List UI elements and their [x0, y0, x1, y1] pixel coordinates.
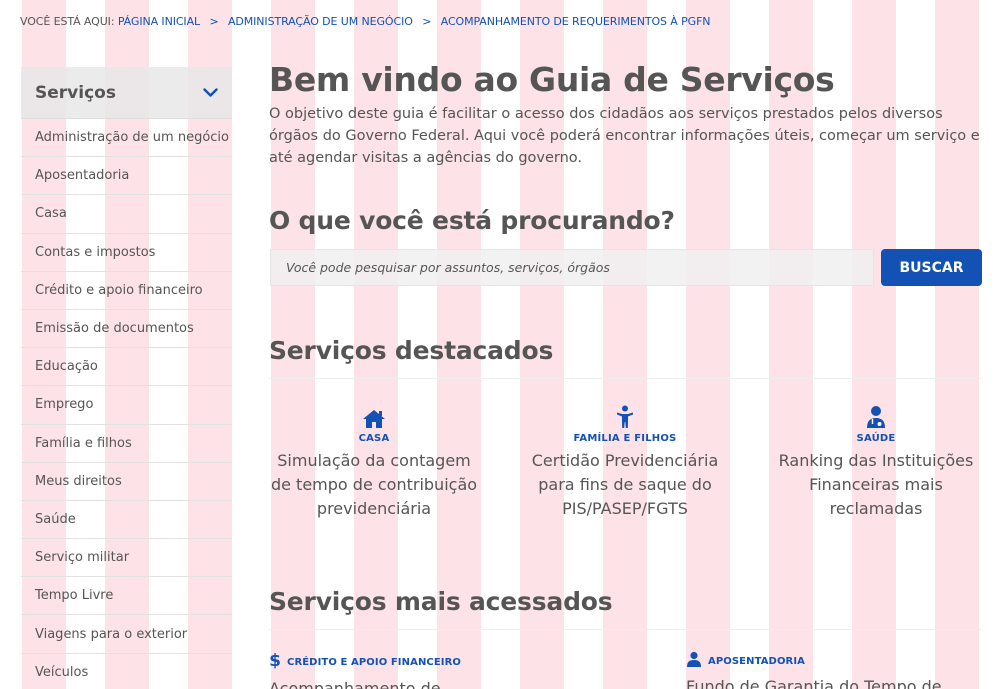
sidebar-item-retirement[interactable]: Aposentadoria [21, 157, 232, 196]
featured-category: CASA [358, 433, 390, 444]
search-input[interactable] [270, 249, 874, 286]
featured-card[interactable]: SAÚDE Ranking das Instituições Financeir… [771, 403, 981, 521]
doctor-icon [771, 403, 981, 429]
featured-description[interactable]: Certidão Previdenciária para fins de saq… [520, 449, 730, 521]
chevron-down-icon[interactable] [202, 85, 218, 101]
most-accessed-item[interactable]: $ CRÉDITO E APOIO FINANCEIRO Acompanhame… [269, 651, 461, 689]
svg-text:$: $ [269, 651, 281, 669]
sidebar-item-home[interactable]: Casa [21, 195, 232, 234]
divider [269, 378, 981, 379]
sidebar-item-credit[interactable]: Crédito e apoio financeiro [21, 272, 232, 310]
sidebar-item-education[interactable]: Educação [21, 348, 232, 387]
featured-services: CASA Simulação da contagem de tempo de c… [269, 403, 981, 521]
breadcrumb-link-home[interactable]: PÁGINA INICIAL [118, 15, 200, 28]
sidebar-list: Administração de um negócio Aposentadori… [21, 119, 232, 689]
dollar-icon: $ [269, 651, 281, 673]
sidebar-item-rights[interactable]: Meus direitos [21, 463, 232, 501]
child-icon [520, 403, 730, 429]
sidebar-item-business[interactable]: Administração de um negócio [21, 119, 232, 158]
sidebar-item-travel[interactable]: Viagens para o exterior [21, 615, 232, 654]
featured-category: FAMÍLIA E FILHOS [573, 433, 677, 444]
most-accessed-category: APOSENTADORIA [708, 655, 806, 667]
sidebar-title: Serviços [35, 82, 116, 103]
featured-category: SAÚDE [856, 433, 896, 444]
sidebar-item-employment[interactable]: Emprego [21, 386, 232, 425]
breadcrumb-separator: > [422, 15, 432, 28]
featured-card[interactable]: FAMÍLIA E FILHOS Certidão Previdenciária… [520, 403, 730, 521]
most-accessed-category: CRÉDITO E APOIO FINANCEIRO [287, 656, 462, 668]
breadcrumb-prefix: VOCÊ ESTÁ AQUI: [20, 15, 115, 28]
sidebar-item-family[interactable]: Família e filhos [21, 425, 232, 463]
search-bar: BUSCAR [270, 249, 982, 286]
most-accessed-heading: Serviços mais acessados [269, 587, 613, 616]
sidebar-item-health[interactable]: Saúde [21, 501, 232, 540]
sidebar-item-military[interactable]: Serviço militar [21, 539, 232, 578]
featured-heading: Serviços destacados [269, 336, 554, 365]
breadcrumb-link-business[interactable]: ADMINISTRAÇÃO DE UM NEGÓCIO [228, 15, 413, 28]
featured-description[interactable]: Simulação da contagem de tempo de contri… [269, 449, 479, 521]
page-title: Bem vindo ao Guia de Serviços [269, 60, 835, 99]
sidebar-item-vehicles[interactable]: Veículos [21, 654, 232, 689]
most-accessed-item[interactable]: APOSENTADORIA Fundo de Garantia do Tempo… [686, 651, 942, 689]
most-accessed-description[interactable]: Acompanhamento de [269, 679, 461, 689]
sidebar-header[interactable]: Serviços [21, 67, 232, 119]
most-accessed-description[interactable]: Fundo de Garantia do Tempo de [686, 677, 942, 689]
home-icon [269, 403, 479, 429]
sidebar-item-taxes[interactable]: Contas e impostos [21, 234, 232, 272]
main-content: Bem vindo ao Guia de Serviços O objetivo… [269, 60, 982, 689]
featured-description[interactable]: Ranking das Instituições Financeiras mai… [771, 449, 981, 521]
divider [269, 629, 981, 630]
search-heading: O que você está procurando? [269, 206, 675, 235]
sidebar-item-documents[interactable]: Emissão de documentos [21, 310, 232, 349]
featured-card[interactable]: CASA Simulação da contagem de tempo de c… [269, 403, 479, 521]
breadcrumb-separator: > [209, 15, 219, 28]
intro-text: O objetivo deste guia é facilitar o aces… [269, 106, 980, 166]
search-button[interactable]: BUSCAR [881, 249, 982, 286]
services-sidebar: Serviços Administração de um negócio Apo… [21, 67, 232, 689]
breadcrumb-link-current[interactable]: ACOMPANHAMENTO DE REQUERIMENTOS À PGFN [441, 15, 711, 28]
sidebar-item-leisure[interactable]: Tempo Livre [21, 577, 232, 616]
user-icon [686, 651, 702, 671]
breadcrumb: VOCÊ ESTÁ AQUI: PÁGINA INICIAL > ADMINIS… [20, 15, 711, 28]
